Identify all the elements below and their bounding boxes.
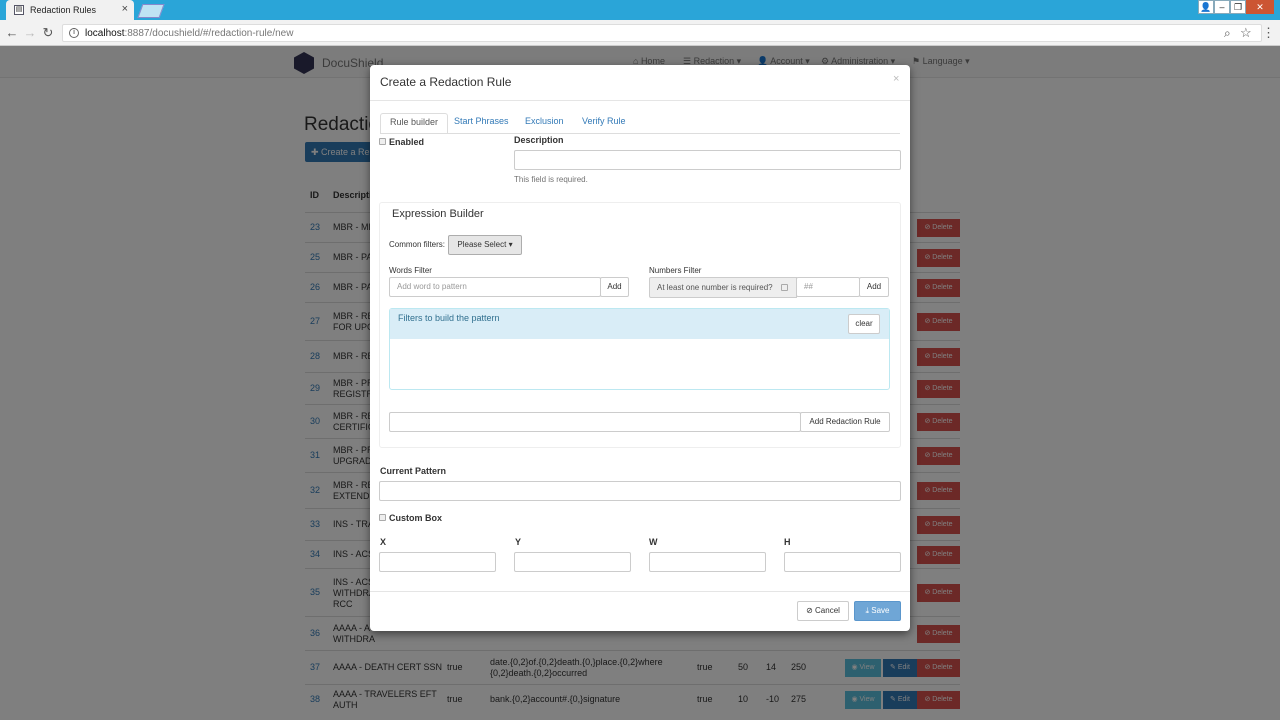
url-host: localhost (85, 27, 125, 39)
h-label: H (784, 537, 791, 547)
url-path: :8887/docushield/#/redaction-rule/new (124, 27, 294, 39)
forward-icon[interactable]: → (22, 25, 38, 40)
add-number-button[interactable]: Add (859, 277, 889, 297)
modal-header-divider (370, 100, 910, 101)
clear-filters-button[interactable]: clear (848, 314, 880, 334)
url-input[interactable]: i localhost:8887/docushield/#/redaction-… (62, 24, 1262, 42)
filters-panel-title: Filters to build the pattern (398, 313, 500, 323)
download-icon: ⤓ (865, 606, 870, 615)
w-label: W (649, 537, 658, 547)
window-titlebar (0, 0, 1280, 20)
add-redaction-rule-button[interactable]: Add Redaction Rule (800, 412, 890, 432)
tab-title: Redaction Rules (30, 5, 97, 15)
words-filter-label: Words Filter (389, 266, 432, 275)
current-pattern-input[interactable] (379, 481, 901, 501)
enabled-label: Enabled (389, 137, 425, 147)
tab-close-icon[interactable]: × (122, 3, 128, 15)
y-label: Y (515, 537, 522, 547)
rule-pattern-input[interactable] (389, 412, 801, 432)
expression-builder-title: Expression Builder (392, 208, 484, 220)
save-button[interactable]: ⤓ Save (854, 601, 901, 621)
info-icon[interactable]: i (69, 28, 79, 38)
cancel-button[interactable]: ⊘ Cancel (797, 601, 849, 621)
description-label: Description (514, 135, 564, 145)
numbers-required-addon: At least one number is required? (649, 277, 797, 298)
common-filters-dropdown[interactable]: Please Select ▾ (448, 235, 522, 255)
add-word-button[interactable]: Add (600, 277, 629, 297)
restore-button[interactable]: ❐ (1230, 0, 1246, 14)
x-input[interactable] (379, 552, 496, 572)
words-filter-input[interactable]: Add word to pattern (389, 277, 601, 297)
h-input[interactable] (784, 552, 901, 572)
custom-box-label: Custom Box (389, 513, 443, 523)
custom-box-checkbox[interactable] (379, 514, 386, 521)
back-icon[interactable]: ← (4, 25, 20, 40)
tabs-divider (380, 133, 900, 134)
numbers-input[interactable]: ## (796, 277, 860, 297)
tab-rule-builder[interactable]: Rule builder (380, 113, 449, 134)
ban-icon: ⊘ (806, 606, 813, 615)
w-input[interactable] (649, 552, 766, 572)
close-window-button[interactable]: ✕ (1246, 0, 1274, 14)
numbers-filter-label: Numbers Filter (649, 266, 702, 275)
tab-verify-rule[interactable]: Verify Rule (573, 113, 635, 134)
profile-icon[interactable]: 👤 (1198, 0, 1214, 14)
modal-title: Create a Redaction Rule (380, 75, 512, 89)
minimize-button[interactable]: – (1214, 0, 1230, 14)
reload-icon[interactable]: ↻ (40, 25, 56, 41)
modal-close-icon[interactable]: × (893, 73, 899, 85)
description-help: This field is required. (514, 175, 588, 184)
tab-exclusion[interactable]: Exclusion (516, 113, 573, 134)
favicon-icon: ▤ (14, 5, 24, 15)
y-input[interactable] (514, 552, 631, 572)
description-input[interactable] (514, 150, 901, 170)
search-icon[interactable]: ⌕ (1224, 26, 1231, 41)
bookmark-star-icon[interactable]: ☆ (1240, 25, 1252, 41)
current-pattern-label: Current Pattern (380, 466, 447, 476)
caret-down-icon: ▾ (508, 240, 513, 249)
common-filters-label: Common filters: (389, 240, 446, 249)
enabled-checkbox[interactable] (379, 138, 386, 145)
numbers-required-checkbox[interactable] (781, 284, 788, 291)
browser-menu-icon[interactable]: ⋮ (1262, 25, 1275, 41)
tab-start-phrases[interactable]: Start Phrases (445, 113, 518, 134)
x-label: X (380, 537, 387, 547)
browser-tab[interactable]: ▤ Redaction Rules × (6, 0, 134, 20)
modal-footer-divider (370, 591, 910, 592)
